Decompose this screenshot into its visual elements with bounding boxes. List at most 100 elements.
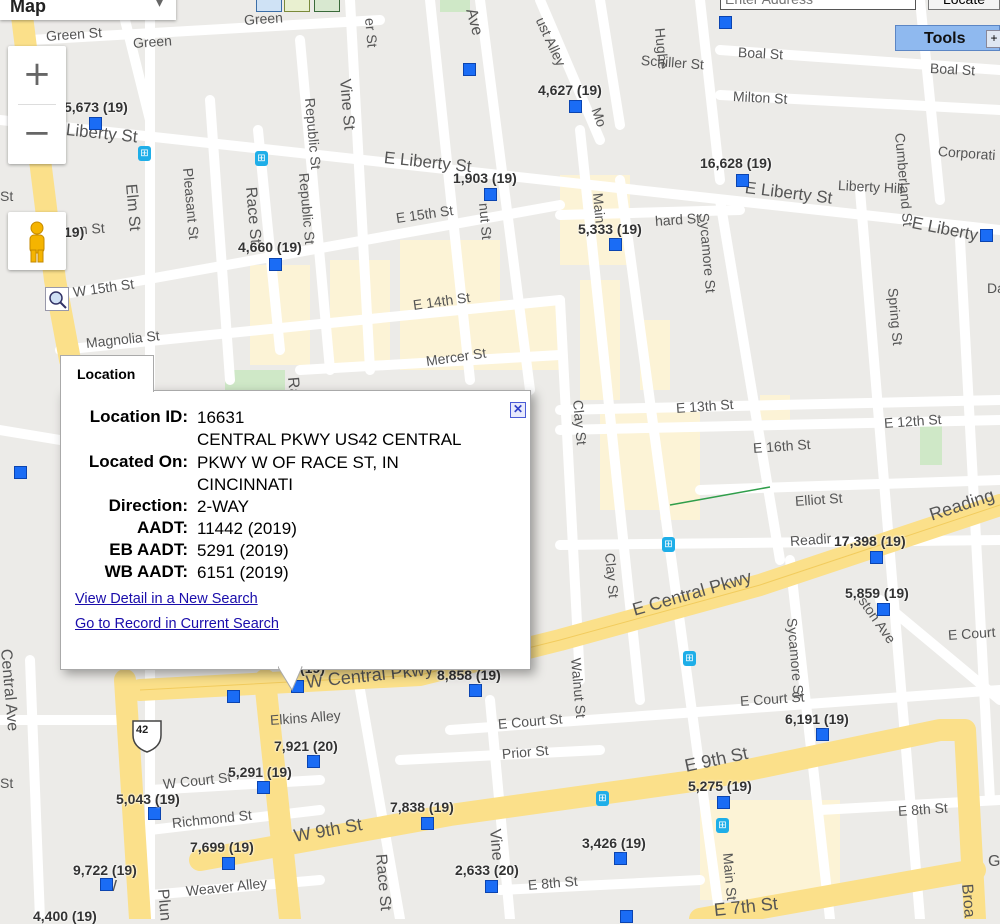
wb-aadt-value: 6151 (2019) [197, 563, 289, 582]
info-window-pointer [278, 666, 303, 692]
count-station-marker[interactable] [257, 781, 270, 794]
go-to-record-link[interactable]: Go to Record in Current Search [75, 616, 279, 632]
count-label: 7,921 (20) [274, 738, 338, 754]
count-station-marker[interactable] [484, 188, 497, 201]
street-label: Plun [154, 888, 174, 922]
location-id-value: 16631 [197, 408, 245, 427]
direction-label: Direction: [108, 496, 188, 515]
location-name-value: CENTRAL PKWY US42 CENTRAL [197, 430, 462, 449]
wb-aadt-label: WB AADT: [104, 562, 188, 581]
count-station-marker[interactable] [307, 755, 320, 768]
count-label: 4,400 (19) [33, 908, 97, 924]
street-label: Main [590, 192, 609, 224]
count-label: 5,275 (19) [688, 778, 752, 794]
tools-button[interactable]: Tools + [895, 25, 1000, 51]
info-window-tab[interactable]: Location [60, 355, 154, 392]
aadt-label: AADT: [137, 518, 188, 537]
transit-stop-icon: ⊞ [596, 791, 609, 806]
count-station-marker[interactable] [469, 684, 482, 697]
street-label: Boal St [737, 44, 784, 63]
count-station-marker[interactable] [485, 880, 498, 893]
located-on-label: Located On: [88, 452, 188, 471]
view-detail-link[interactable]: View Detail in a New Search [75, 591, 258, 607]
count-station-marker[interactable] [569, 100, 582, 113]
count-station-marker[interactable] [421, 817, 434, 830]
tools-label: Tools [924, 30, 966, 47]
transit-stop-icon: ⊞ [138, 146, 151, 161]
located-on-value: PKWY W OF RACE ST, IN CINCINNATI [197, 453, 399, 494]
count-label: 19) [64, 224, 85, 240]
count-station-marker[interactable] [717, 796, 730, 809]
street-label: Broa [958, 883, 978, 919]
count-station-marker[interactable] [877, 603, 890, 616]
count-label: 7,699 (19) [190, 839, 254, 855]
count-station-marker[interactable] [463, 63, 476, 76]
count-label: 5,333 (19) [578, 221, 642, 237]
street-label: Dan [987, 280, 1000, 296]
pegman-icon [29, 221, 45, 263]
street-label: Green [243, 9, 284, 28]
street-label: St [0, 775, 14, 791]
toolbar-icons [256, 0, 342, 12]
address-search-input[interactable] [720, 0, 916, 10]
direction-value: 2-WAY [197, 497, 249, 516]
count-station-marker[interactable] [148, 807, 161, 820]
count-label: 9,722 (19) [73, 862, 137, 878]
count-station-marker[interactable] [719, 16, 732, 29]
zoom-out-button[interactable]: − [8, 105, 66, 163]
street-label: hard St [654, 209, 701, 229]
street-label: St [0, 188, 14, 204]
location-id-label: Location ID: [89, 407, 188, 426]
count-label: 5,043 (19) [116, 791, 180, 807]
count-station-marker[interactable] [816, 728, 829, 741]
street-label: Boal St [929, 60, 976, 79]
count-label: 5,673 (19) [64, 99, 128, 115]
street-view-pegman[interactable] [8, 212, 66, 270]
count-label: 2,633 (20) [455, 862, 519, 878]
street-label: E Court St [947, 623, 1000, 643]
count-station-marker[interactable] [100, 878, 113, 891]
info-window: ✕ Location ID: 16631 CENTRAL PKWY US42 C… [60, 390, 531, 670]
street-label: Milton St [732, 88, 788, 107]
count-station-marker[interactable] [269, 258, 282, 271]
count-station-marker[interactable] [620, 910, 633, 923]
map-type-dropdown[interactable]: Map ▾ [0, 0, 176, 20]
count-station-marker[interactable] [736, 174, 749, 187]
count-label: 5,859 (19) [845, 585, 909, 601]
pan-tool-icon[interactable] [256, 0, 282, 12]
us-42-shield-label: 42 [136, 724, 149, 736]
count-label: 7,838 (19) [390, 799, 454, 815]
count-station-marker[interactable] [14, 466, 27, 479]
count-station-marker[interactable] [614, 852, 627, 865]
transit-stop-icon: ⊞ [683, 651, 696, 666]
count-station-marker[interactable] [870, 551, 883, 564]
draw-tool-icon[interactable] [284, 0, 310, 12]
count-station-marker[interactable] [609, 238, 622, 251]
eb-aadt-label: EB AADT: [109, 540, 188, 559]
magnifier-icon[interactable] [45, 287, 69, 311]
count-station-marker[interactable] [980, 229, 993, 242]
locate-button[interactable]: Locate [928, 0, 1000, 10]
street-label: Vine [486, 828, 506, 862]
count-station-marker[interactable] [89, 117, 102, 130]
count-label: 1,903 (19) [453, 170, 517, 186]
count-label: 3,426 (19) [582, 835, 646, 851]
layers-tool-icon[interactable] [314, 0, 340, 12]
transit-stop-icon: ⊞ [716, 818, 729, 833]
transit-stop-icon: ⊞ [662, 537, 675, 552]
count-label: 5,291 (19) [228, 764, 292, 780]
street-label: Liberty Hill [837, 177, 904, 197]
zoom-in-button[interactable]: + [8, 46, 66, 104]
count-label: 16,628 (19) [700, 155, 772, 171]
count-label: 4,627 (19) [538, 82, 602, 98]
zoom-control: + − [8, 46, 66, 164]
transit-stop-icon: ⊞ [255, 151, 268, 166]
count-station-marker[interactable] [222, 857, 235, 870]
chevron-down-icon: ▾ [156, 0, 164, 10]
count-label: 6,191 (19) [785, 711, 849, 727]
count-label: 17,398 (19) [834, 533, 906, 549]
map-type-label: Map [10, 0, 46, 16]
street-label: er St [362, 17, 381, 49]
street-label: Readir [789, 530, 832, 549]
count-station-marker[interactable] [227, 690, 240, 703]
